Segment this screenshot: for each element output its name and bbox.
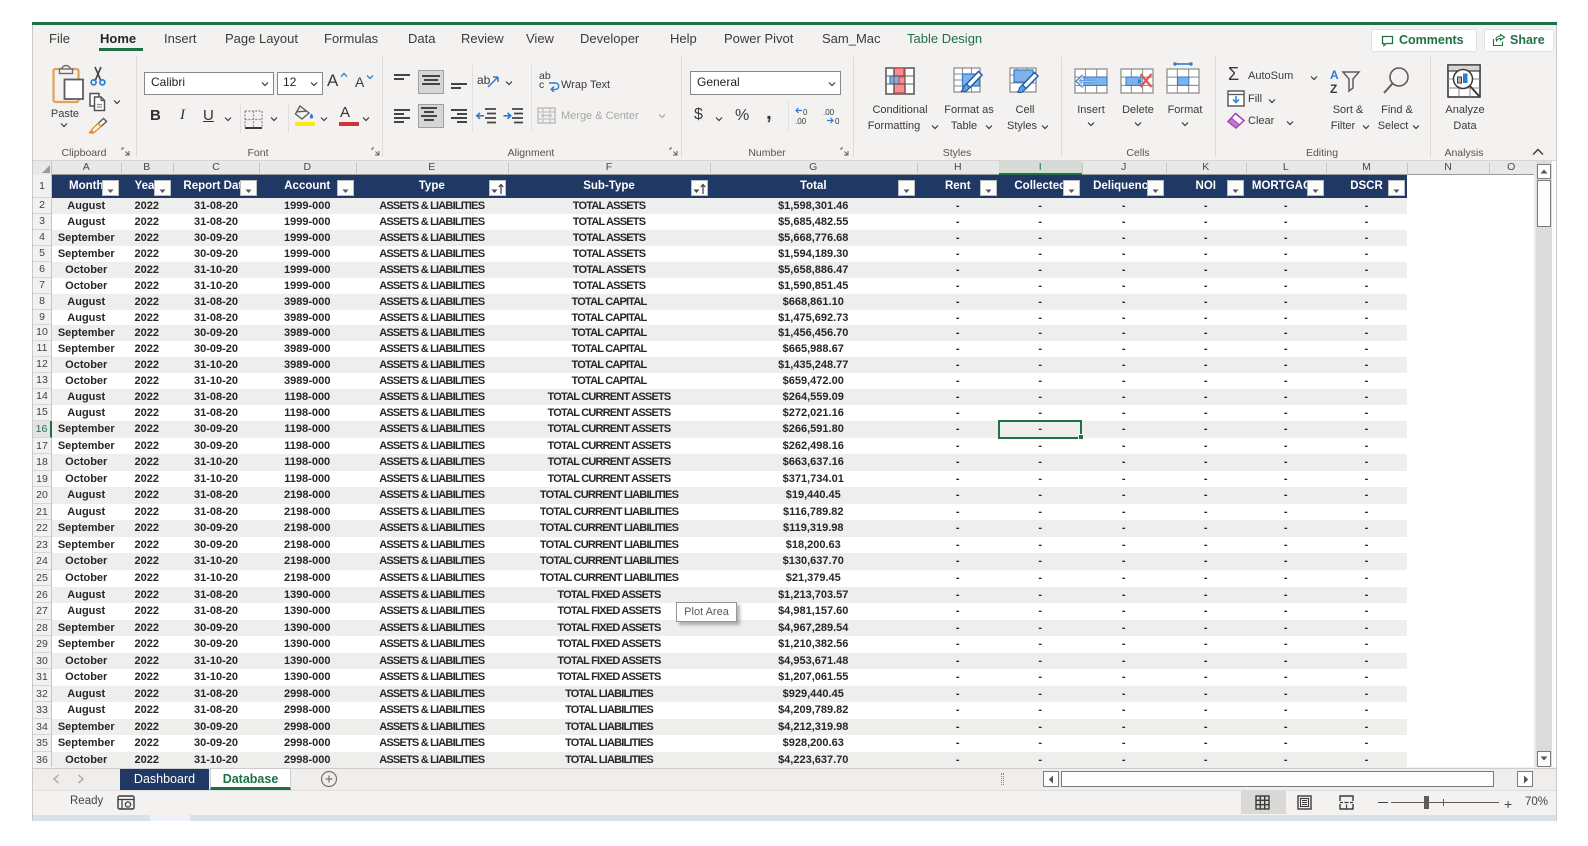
svg-text:Z: Z xyxy=(1330,82,1337,95)
svg-text:A: A xyxy=(1330,68,1339,82)
svg-text:0: 0 xyxy=(803,108,808,117)
svg-text:0: 0 xyxy=(835,117,840,125)
svg-text:.00: .00 xyxy=(823,108,835,117)
svg-text:.00: .00 xyxy=(795,117,807,125)
